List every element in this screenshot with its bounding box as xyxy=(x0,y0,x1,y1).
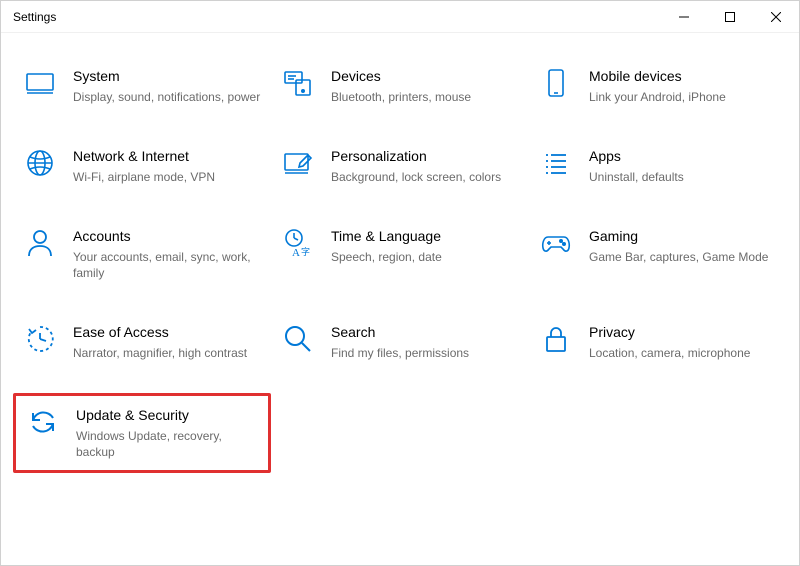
lock-icon xyxy=(539,323,573,357)
maximize-button[interactable] xyxy=(707,1,753,32)
tile-apps[interactable]: Apps Uninstall, defaults xyxy=(529,137,787,195)
tile-devices[interactable]: Devices Bluetooth, printers, mouse xyxy=(271,57,529,115)
system-icon xyxy=(23,67,57,101)
tile-time[interactable]: A 字 Time & Language Speech, region, date xyxy=(271,217,529,291)
tile-desc: Bluetooth, printers, mouse xyxy=(331,89,519,105)
apps-icon xyxy=(539,147,573,181)
window-controls xyxy=(661,1,799,32)
search-icon xyxy=(281,323,315,357)
titlebar: Settings xyxy=(1,1,799,33)
globe-icon xyxy=(23,147,57,181)
tile-desc: Display, sound, notifications, power xyxy=(73,89,261,105)
phone-icon xyxy=(539,67,573,101)
tile-title: Ease of Access xyxy=(73,323,261,341)
time-language-icon: A 字 xyxy=(281,227,315,261)
tile-gaming[interactable]: Gaming Game Bar, captures, Game Mode xyxy=(529,217,787,291)
tile-title: Apps xyxy=(589,147,777,165)
minimize-button[interactable] xyxy=(661,1,707,32)
tile-desc: Speech, region, date xyxy=(331,249,519,265)
tile-desc: Narrator, magnifier, high contrast xyxy=(73,345,261,361)
tile-desc: Background, lock screen, colors xyxy=(331,169,519,185)
tile-desc: Windows Update, recovery, backup xyxy=(76,428,258,460)
tile-title: Time & Language xyxy=(331,227,519,245)
tile-desc: Find my files, permissions xyxy=(331,345,519,361)
tile-accounts[interactable]: Accounts Your accounts, email, sync, wor… xyxy=(13,217,271,291)
update-icon xyxy=(26,406,60,440)
tile-desc: Location, camera, microphone xyxy=(589,345,777,361)
personalization-icon xyxy=(281,147,315,181)
tile-title: Accounts xyxy=(73,227,261,245)
tile-title: Devices xyxy=(331,67,519,85)
settings-content[interactable]: System Display, sound, notifications, po… xyxy=(1,33,799,565)
tile-mobile[interactable]: Mobile devices Link your Android, iPhone xyxy=(529,57,787,115)
tile-desc: Link your Android, iPhone xyxy=(589,89,777,105)
tile-title: System xyxy=(73,67,261,85)
window-title: Settings xyxy=(13,10,56,24)
tile-privacy[interactable]: Privacy Location, camera, microphone xyxy=(529,313,787,371)
settings-grid: System Display, sound, notifications, po… xyxy=(13,57,787,473)
tile-desc: Game Bar, captures, Game Mode xyxy=(589,249,777,265)
tile-ease[interactable]: Ease of Access Narrator, magnifier, high… xyxy=(13,313,271,371)
gamepad-icon xyxy=(539,227,573,261)
tile-update[interactable]: Update & Security Windows Update, recove… xyxy=(13,393,271,473)
tile-desc: Your accounts, email, sync, work, family xyxy=(73,249,261,281)
tile-personalization[interactable]: Personalization Background, lock screen,… xyxy=(271,137,529,195)
tile-desc: Uninstall, defaults xyxy=(589,169,777,185)
tile-title: Search xyxy=(331,323,519,341)
tile-desc: Wi-Fi, airplane mode, VPN xyxy=(73,169,261,185)
ease-of-access-icon xyxy=(23,323,57,357)
person-icon xyxy=(23,227,57,261)
tile-title: Update & Security xyxy=(76,406,258,424)
svg-text:字: 字 xyxy=(301,246,310,257)
devices-icon xyxy=(281,67,315,101)
tile-system[interactable]: System Display, sound, notifications, po… xyxy=(13,57,271,115)
tile-title: Privacy xyxy=(589,323,777,341)
tile-title: Mobile devices xyxy=(589,67,777,85)
tile-title: Personalization xyxy=(331,147,519,165)
close-button[interactable] xyxy=(753,1,799,32)
tile-title: Gaming xyxy=(589,227,777,245)
tile-title: Network & Internet xyxy=(73,147,261,165)
tile-network[interactable]: Network & Internet Wi-Fi, airplane mode,… xyxy=(13,137,271,195)
svg-text:A: A xyxy=(292,247,300,259)
tile-search[interactable]: Search Find my files, permissions xyxy=(271,313,529,371)
